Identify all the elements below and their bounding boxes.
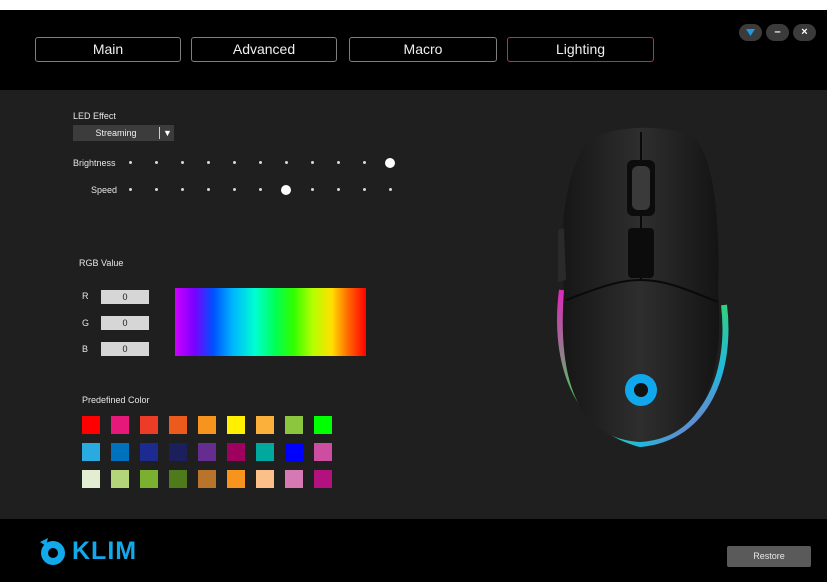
color-swatch[interactable] <box>111 443 129 461</box>
color-swatch[interactable] <box>140 416 158 434</box>
color-swatch[interactable] <box>227 443 245 461</box>
color-swatch[interactable] <box>256 470 274 488</box>
slider-tick <box>363 188 366 191</box>
b-value-field[interactable]: 0 <box>101 342 149 356</box>
slider-tick <box>363 161 366 164</box>
color-swatch[interactable] <box>256 416 274 434</box>
color-swatch[interactable] <box>82 470 100 488</box>
slider-tick <box>129 188 132 191</box>
slider-tick <box>337 188 340 191</box>
color-spectrum-picker[interactable] <box>175 288 366 356</box>
slider-tick <box>181 188 184 191</box>
color-swatch[interactable] <box>82 416 100 434</box>
speed-label: Speed <box>91 185 118 195</box>
app-window: Main Advanced Macro Lighting – × LED Eff… <box>0 0 827 582</box>
color-swatch[interactable] <box>169 443 187 461</box>
predefined-color-label: Predefined Color <box>82 395 150 405</box>
slider-tick <box>155 161 158 164</box>
tab-macro[interactable]: Macro <box>349 37 497 62</box>
color-swatch[interactable] <box>314 470 332 488</box>
g-value-field[interactable]: 0 <box>101 316 149 330</box>
triangle-down-icon <box>746 29 755 36</box>
color-swatch[interactable] <box>169 470 187 488</box>
led-effect-label: LED Effect <box>73 111 116 121</box>
tab-main[interactable]: Main <box>35 37 181 62</box>
r-value-field[interactable]: 0 <box>101 290 149 304</box>
color-swatch[interactable] <box>111 470 129 488</box>
color-swatch[interactable] <box>285 470 303 488</box>
tab-lighting[interactable]: Lighting <box>507 37 654 62</box>
color-swatch[interactable] <box>314 443 332 461</box>
slider-tick <box>259 161 262 164</box>
header-bar: Main Advanced Macro Lighting – × <box>0 0 827 90</box>
color-swatch[interactable] <box>256 443 274 461</box>
slider-tick <box>285 161 288 164</box>
color-swatch[interactable] <box>140 470 158 488</box>
klim-logo-icon <box>40 538 65 565</box>
color-swatch[interactable] <box>285 443 303 461</box>
slider-tick <box>181 161 184 164</box>
led-effect-value: Streaming <box>95 128 137 138</box>
rgb-value-label: RGB Value <box>79 258 124 268</box>
color-swatch[interactable] <box>285 416 303 434</box>
chevron-down-icon: ▼ <box>163 128 172 138</box>
slider-knob[interactable] <box>385 158 395 168</box>
slider-tick <box>389 188 392 191</box>
color-swatch[interactable] <box>227 470 245 488</box>
slider-tick <box>337 161 340 164</box>
color-swatch[interactable] <box>169 416 187 434</box>
g-label: G <box>82 318 90 328</box>
color-swatch[interactable] <box>227 416 245 434</box>
slider-tick <box>207 188 210 191</box>
color-swatch[interactable] <box>314 416 332 434</box>
slider-tick <box>129 161 132 164</box>
slider-tick <box>311 188 314 191</box>
menu-button[interactable] <box>739 24 762 41</box>
close-button[interactable]: × <box>793 24 816 41</box>
slider-tick <box>259 188 262 191</box>
dropdown-separator <box>159 127 160 139</box>
slider-tick <box>311 161 314 164</box>
mouse-image <box>557 127 729 448</box>
b-label: B <box>82 344 89 354</box>
slider-knob[interactable] <box>281 185 291 195</box>
brand-name: KLIM <box>72 537 138 565</box>
color-swatch[interactable] <box>198 416 216 434</box>
color-swatch[interactable] <box>82 443 100 461</box>
speed-slider[interactable] <box>129 184 392 196</box>
minimize-button[interactable]: – <box>766 24 789 41</box>
restore-button[interactable]: Restore <box>727 546 811 567</box>
slider-tick <box>155 188 158 191</box>
slider-tick <box>233 161 236 164</box>
brightness-label: Brightness <box>73 158 116 168</box>
slider-tick <box>207 161 210 164</box>
led-effect-dropdown[interactable]: Streaming ▼ <box>73 125 174 141</box>
slider-tick <box>233 188 236 191</box>
color-swatch[interactable] <box>198 470 216 488</box>
brightness-slider[interactable] <box>129 157 395 169</box>
color-swatch[interactable] <box>198 443 216 461</box>
tab-advanced[interactable]: Advanced <box>191 37 337 62</box>
color-swatch[interactable] <box>111 416 129 434</box>
color-swatch[interactable] <box>140 443 158 461</box>
r-label: R <box>82 291 89 301</box>
